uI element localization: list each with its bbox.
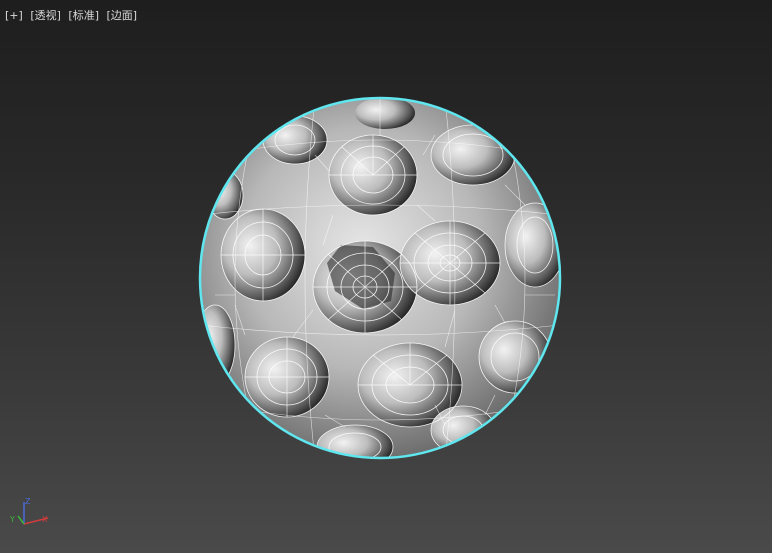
axis-y-line [17, 515, 25, 525]
hole-top [355, 98, 415, 129]
viewport-menu-plus[interactable]: [+] [5, 9, 23, 22]
viewport-menu-view[interactable]: [透视] [30, 9, 61, 22]
viewport-label-bar: [+] [透视] [标准] [边面] [5, 7, 141, 23]
viewport-perspective[interactable]: [+] [透视] [标准] [边面] Z X Y [0, 0, 772, 553]
sphere-mesh-object[interactable] [195, 95, 565, 465]
axis-y-label: Y [9, 515, 15, 524]
axis-x-label: X [42, 515, 48, 524]
axis-z-label: Z [25, 497, 31, 506]
viewport-menu-shading[interactable]: [标准] [68, 9, 99, 22]
viewport-menu-display-mode[interactable]: [边面] [107, 9, 138, 22]
axis-gizmo: Z X Y [9, 497, 49, 525]
